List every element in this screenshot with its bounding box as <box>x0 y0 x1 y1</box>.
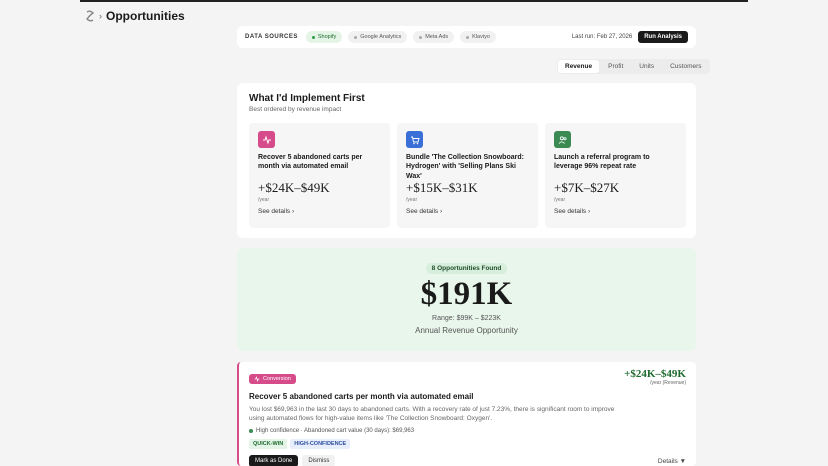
confidence-text: High confidence · Abandoned cart value (… <box>256 427 415 434</box>
source-chip-klaviyo[interactable]: Klaviyo <box>460 31 496 43</box>
opportunity-range: Range: $99K – $223K <box>432 315 501 322</box>
opportunity-card[interactable]: Recover 5 abandoned carts per month via … <box>249 123 390 228</box>
detail-value-block: +$24K–$49K /year (Revenue) <box>624 368 686 386</box>
source-chip-meta-ads[interactable]: Meta Ads <box>413 31 455 43</box>
confidence-line: High confidence · Abandoned cart value (… <box>249 428 686 434</box>
see-details-link[interactable]: See details › <box>258 208 294 215</box>
page-header: › Opportunities <box>85 9 185 23</box>
breadcrumb-separator: › <box>99 11 102 21</box>
dismiss-button[interactable]: Dismiss <box>302 455 336 466</box>
activity-icon <box>254 376 260 382</box>
tag-high-confidence: HIGH-CONFIDENCE <box>290 438 351 449</box>
tab-profit[interactable]: Profit <box>601 60 630 73</box>
detail-title: Recover 5 abandoned carts per month via … <box>249 392 474 401</box>
opportunity-unit: /year <box>406 197 418 203</box>
opportunity-value: +$7K–$27K <box>554 180 620 195</box>
last-run-text: Last run: Feb 27, 2026 <box>571 34 633 40</box>
tab-units[interactable]: Units <box>632 60 661 73</box>
opportunity-unit: /year <box>258 197 270 203</box>
detail-unit: /year (Revenue) <box>650 380 686 386</box>
opportunities-found-badge: 8 Opportunities Found <box>425 263 508 274</box>
opportunity-title: Recover 5 abandoned carts per month via … <box>258 154 363 171</box>
source-chip-google-analytics[interactable]: Google Analytics <box>348 31 408 43</box>
see-details-link[interactable]: See details › <box>554 208 590 215</box>
opportunity-card[interactable]: Launch a referral program to leverage 96… <box>545 123 686 228</box>
status-dot-icon <box>311 35 315 39</box>
category-label: Conversion <box>263 376 291 382</box>
tag-quick-win: QUICK-WIN <box>249 438 288 449</box>
opportunity-title: Launch a referral program to leverage 96… <box>554 154 650 171</box>
opportunity-unit: /year <box>554 197 566 203</box>
implement-first-card: What I'd Implement First Best ordered by… <box>237 83 696 238</box>
detail-description: You lost $69,963 in the last 30 days to … <box>249 406 615 423</box>
opportunity-grid: Recover 5 abandoned carts per month via … <box>249 123 686 228</box>
page-title: Opportunities <box>106 9 185 23</box>
logo-icon <box>86 10 95 22</box>
tag-list: QUICK-WIN HIGH-CONFIDENCE <box>249 438 686 449</box>
data-sources-label: DATA SOURCES <box>245 34 298 40</box>
opportunity-value: +$24K–$49K <box>258 180 330 195</box>
confidence-dot-icon <box>249 428 253 433</box>
chip-label: Meta Ads <box>425 34 449 40</box>
run-analysis-button[interactable]: Run Analysis <box>638 31 688 43</box>
opportunity-detail-card: Conversion +$24K–$49K /year (Revenue) Re… <box>237 362 696 466</box>
details-toggle[interactable]: Details ▼ <box>658 458 686 465</box>
chip-label: Shopify <box>317 34 337 40</box>
status-dot-icon <box>354 35 358 39</box>
metric-tabs: Revenue Profit Units Customers <box>557 59 710 74</box>
opportunity-value: +$15K–$31K <box>406 180 478 195</box>
detail-actions: Mark as Done Dismiss <box>249 455 336 466</box>
chip-label: Google Analytics <box>360 34 402 40</box>
detail-value: +$24K–$49K <box>624 368 686 380</box>
section-subtitle: Best ordered by revenue impact <box>249 106 342 113</box>
status-dot-icon <box>466 35 470 39</box>
category-badge: Conversion <box>249 374 296 384</box>
section-title: What I'd Implement First <box>249 93 365 104</box>
data-sources-bar: DATA SOURCES Shopify Google Analytics Me… <box>237 26 696 48</box>
chip-label: Klaviyo <box>472 34 490 40</box>
activity-icon <box>258 131 275 148</box>
status-dot-icon <box>419 35 423 39</box>
tab-customers[interactable]: Customers <box>663 60 708 73</box>
opportunity-card[interactable]: Bundle 'The Collection Snowboard: Hydrog… <box>397 123 538 228</box>
revenue-summary: 8 Opportunities Found $191K Range: $99K … <box>237 248 696 351</box>
mark-as-done-button[interactable]: Mark as Done <box>249 455 299 466</box>
cart-icon <box>406 131 423 148</box>
tab-revenue[interactable]: Revenue <box>558 60 600 73</box>
see-details-link[interactable]: See details › <box>406 208 442 215</box>
opportunity-title: Bundle 'The Collection Snowboard: Hydrog… <box>406 154 524 180</box>
total-opportunity-value: $191K <box>420 276 513 312</box>
users-icon <box>554 131 571 148</box>
opportunity-label: Annual Revenue Opportunity <box>415 326 518 335</box>
source-chip-shopify[interactable]: Shopify <box>305 31 343 43</box>
